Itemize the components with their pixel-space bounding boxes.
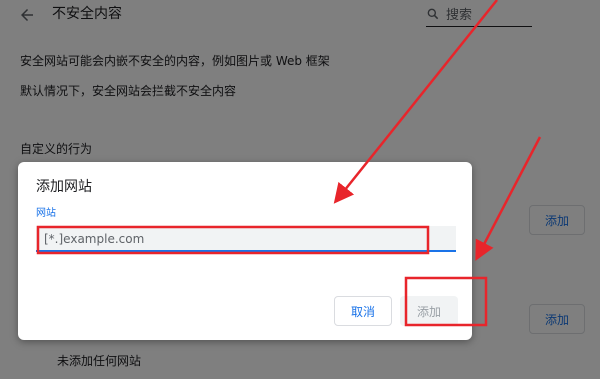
site-field-label: 网站 xyxy=(36,208,56,219)
cancel-button[interactable]: 取消 xyxy=(334,296,392,326)
add-button[interactable]: 添加 xyxy=(400,296,458,326)
add-site-dialog: 添加网站 网站 取消 添加 xyxy=(18,162,472,340)
dialog-title: 添加网站 xyxy=(36,179,92,195)
site-field[interactable] xyxy=(36,226,456,252)
site-input[interactable] xyxy=(42,229,446,249)
